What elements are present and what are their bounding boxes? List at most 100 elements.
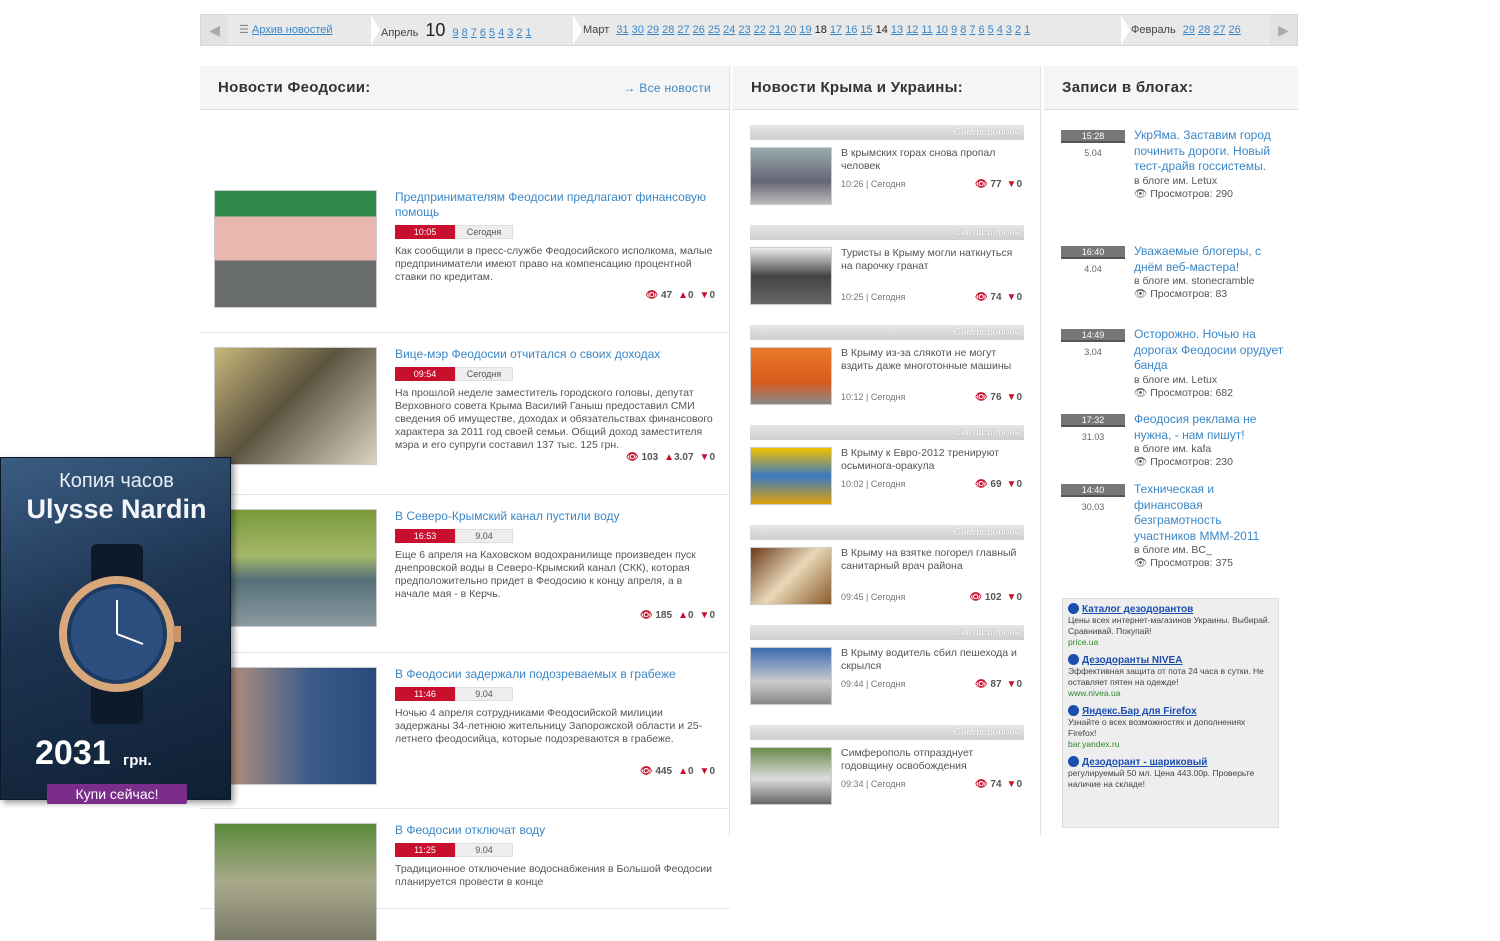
- news-title-link[interactable]: В Феодосии отключат воду: [395, 823, 725, 838]
- archive-day-link[interactable]: 1: [525, 27, 531, 39]
- day-current[interactable]: 10: [425, 20, 445, 40]
- crimea-news-thumbnail[interactable]: [750, 647, 832, 705]
- archive-day-link[interactable]: 29: [647, 24, 659, 36]
- archive-day-link[interactable]: 10: [936, 24, 948, 36]
- archive-day-link[interactable]: 19: [799, 24, 811, 36]
- ad-url[interactable]: www.nivea.ua: [1068, 688, 1273, 699]
- crimea-news-thumbnail[interactable]: [750, 747, 832, 805]
- thumbs-down-icon[interactable]: ▼: [1007, 179, 1017, 190]
- thumbs-down-icon[interactable]: ▼: [1007, 779, 1017, 790]
- thumbs-up-icon[interactable]: ▲: [678, 610, 688, 621]
- archive-day-link[interactable]: 6: [480, 27, 486, 39]
- watch-ad-banner[interactable]: Копия часов Ulysse Nardin 2031 грн. Купи…: [0, 457, 231, 804]
- crimea-news-link[interactable]: В Крыму водитель сбил пешехода и скрылся: [841, 647, 1021, 673]
- blog-title-link[interactable]: УкрЯма. Заставим город починить дороги. …: [1134, 128, 1284, 175]
- next-arrow-icon[interactable]: ▶: [1270, 15, 1297, 45]
- banner-cta-button[interactable]: Купи сейчас!: [47, 784, 187, 804]
- archive-day-link[interactable]: 5: [988, 24, 994, 36]
- ad-url[interactable]: bar.yandex.ru: [1068, 739, 1273, 750]
- archive-day-link[interactable]: 4: [498, 27, 504, 39]
- archive-day-link[interactable]: 30: [632, 24, 644, 36]
- all-news-link[interactable]: → Все новости: [623, 66, 711, 110]
- archive-day-link[interactable]: 27: [677, 24, 689, 36]
- thumbs-down-icon[interactable]: ▼: [700, 290, 710, 301]
- thumbs-down-icon[interactable]: ▼: [700, 452, 710, 463]
- crimea-news-link[interactable]: Туристы в Крыму могли натк­нуться на пар…: [841, 247, 1021, 273]
- crimea-news-thumbnail[interactable]: [750, 147, 832, 205]
- news-thumbnail[interactable]: [214, 823, 377, 941]
- archive-link[interactable]: Архив новостей: [252, 24, 333, 36]
- crimea-news-thumbnail[interactable]: [750, 447, 832, 505]
- archive-day-link[interactable]: 16: [845, 24, 857, 36]
- archive-day-link[interactable]: 9: [452, 27, 458, 39]
- thumbs-up-icon[interactable]: ▲: [664, 452, 674, 463]
- archive-day-link[interactable]: 2: [1015, 24, 1021, 36]
- archive-day-link[interactable]: 24: [723, 24, 735, 36]
- news-thumbnail[interactable]: [214, 347, 377, 465]
- archive-day-link[interactable]: 4: [997, 24, 1003, 36]
- archive-day-link[interactable]: 21: [769, 24, 781, 36]
- archive-day-link[interactable]: 17: [830, 24, 842, 36]
- archive-day-link[interactable]: 9: [951, 24, 957, 36]
- ad-title-link[interactable]: Дезодорант - шариковый: [1082, 757, 1207, 768]
- thumbs-up-icon[interactable]: ▲: [678, 766, 688, 777]
- thumbs-down-icon[interactable]: ▼: [1007, 392, 1017, 403]
- blog-title-link[interactable]: Феодосия реклама не нужна, - нам пишут!: [1134, 412, 1284, 443]
- archive-day-link[interactable]: 29: [1183, 24, 1195, 36]
- archive-day-link[interactable]: 15: [860, 24, 872, 36]
- ad-title-link[interactable]: Яндекс.Бар для Firefox: [1082, 706, 1197, 717]
- crimea-news-link[interactable]: В крымских горах снова пропал человек: [841, 147, 1021, 173]
- archive-day-link[interactable]: 8: [960, 24, 966, 36]
- archive-day-link[interactable]: 20: [784, 24, 796, 36]
- crimea-news-link[interactable]: В Крыму к Евро-2012 тренируют осьминога-…: [841, 447, 1021, 473]
- archive-day-link[interactable]: 22: [754, 24, 766, 36]
- ad-title-link[interactable]: Каталог дезодорантов: [1082, 604, 1193, 615]
- archive-day-link[interactable]: 23: [738, 24, 750, 36]
- news-title-link[interactable]: В Феодосии задержали подозреваемых в гра…: [395, 667, 725, 682]
- archive-day-link[interactable]: 3: [1006, 24, 1012, 36]
- archive-day-link[interactable]: 25: [708, 24, 720, 36]
- archive-day-link[interactable]: 1: [1024, 24, 1030, 36]
- archive-day-link[interactable]: 12: [906, 24, 918, 36]
- crimea-news-link[interactable]: Симферополь отпразднует годовщину освобо…: [841, 747, 1021, 773]
- thumbs-down-icon[interactable]: ▼: [1007, 592, 1017, 603]
- archive-day-link[interactable]: 7: [969, 24, 975, 36]
- ad-url[interactable]: price.ua: [1068, 637, 1273, 648]
- archive-day-link[interactable]: 6: [978, 24, 984, 36]
- archive-day-link[interactable]: 28: [662, 24, 674, 36]
- archive-day-link[interactable]: 11: [921, 24, 932, 36]
- prev-arrow-icon[interactable]: ◀: [201, 15, 228, 45]
- news-title-link[interactable]: В Северо-Крымский канал пустили воду: [395, 509, 725, 524]
- archive-day-link[interactable]: 2: [516, 27, 522, 39]
- archive-day-link[interactable]: 7: [471, 27, 477, 39]
- archive-day-link[interactable]: 3: [507, 27, 513, 39]
- news-title-link[interactable]: Предпринимателям Феодосии предлагают фин…: [395, 190, 725, 220]
- thumbs-down-icon[interactable]: ▼: [700, 610, 710, 621]
- crimea-news-link[interactable]: В Крыму на взятке погорел главный санита…: [841, 547, 1021, 573]
- archive-day-link[interactable]: 13: [891, 24, 903, 36]
- news-thumbnail[interactable]: [214, 667, 377, 785]
- news-thumbnail[interactable]: [214, 509, 377, 627]
- thumbs-down-icon[interactable]: ▼: [1007, 679, 1017, 690]
- thumbs-down-icon[interactable]: ▼: [1007, 479, 1017, 490]
- archive-day-link[interactable]: 26: [1229, 24, 1241, 36]
- news-title-link[interactable]: Вице-мэр Феодосии отчитался о своих дохо…: [395, 347, 725, 362]
- archive-day-link[interactable]: 5: [489, 27, 495, 39]
- blog-title-link[interactable]: Техническая и финансовая безграмотность …: [1134, 482, 1284, 544]
- thumbs-down-icon[interactable]: ▼: [1007, 292, 1017, 303]
- thumbs-up-icon[interactable]: ▲: [678, 290, 688, 301]
- crimea-news-link[interactable]: В Крыму из-за слякоти не могут вздить да…: [841, 347, 1021, 373]
- archive-day-link[interactable]: 8: [462, 27, 468, 39]
- news-thumbnail[interactable]: [214, 190, 377, 308]
- blog-title-link[interactable]: Уважаемые блогеры, с днём веб-мастера!: [1134, 244, 1284, 275]
- thumbs-down-icon[interactable]: ▼: [700, 766, 710, 777]
- archive-day-link[interactable]: 26: [693, 24, 705, 36]
- crimea-news-thumbnail[interactable]: [750, 247, 832, 305]
- archive-day-link[interactable]: 31: [616, 24, 628, 36]
- crimea-news-thumbnail[interactable]: [750, 547, 832, 605]
- archive-day-link[interactable]: 28: [1198, 24, 1210, 36]
- archive-day-link[interactable]: 27: [1213, 24, 1225, 36]
- crimea-news-thumbnail[interactable]: [750, 347, 832, 405]
- ad-title-link[interactable]: Дезодоранты NIVEA: [1082, 655, 1182, 666]
- blog-title-link[interactable]: Осторожно. Ночью на дорогах Феодосии ору…: [1134, 327, 1284, 374]
